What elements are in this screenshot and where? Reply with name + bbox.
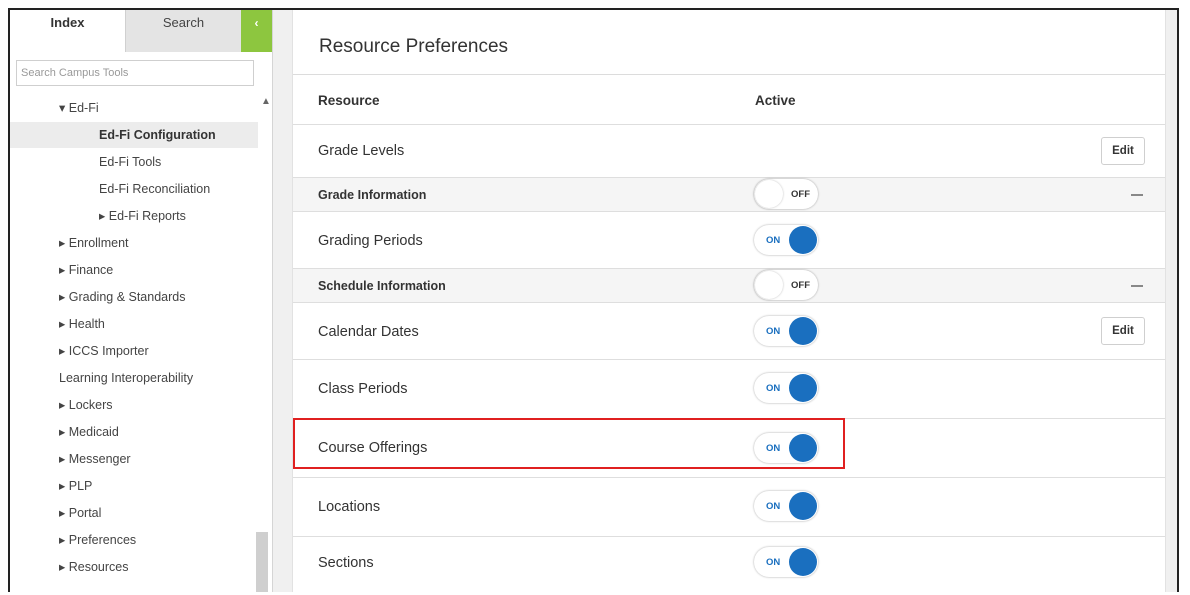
row-label: Class Periods (318, 381, 408, 397)
tree-item-plp[interactable]: ▸ PLP (10, 473, 258, 499)
tab-search[interactable]: Search (126, 10, 241, 52)
tree-item-ed-fi-reports[interactable]: ▸ Ed-Fi Reports (10, 203, 258, 229)
app-window: Index Search ‹ ▾ Ed-Fi Ed-Fi Configurati… (8, 8, 1179, 592)
tree-item-enrollment[interactable]: ▸ Enrollment (10, 230, 258, 256)
tree-item-learning-interoperability[interactable]: Learning Interoperability (10, 365, 258, 391)
tool-tree: ▾ Ed-Fi Ed-Fi Configuration Ed-Fi Tools … (10, 95, 258, 592)
toggle-knob (789, 492, 817, 520)
row-label: Grade Levels (318, 143, 405, 159)
section-schedule-information: Schedule Information OFF (293, 269, 1165, 303)
active-column-header: Active (755, 93, 796, 108)
page-title: Resource Preferences (319, 36, 509, 57)
tree-item-preferences[interactable]: ▸ Preferences (10, 527, 258, 553)
collapse-sidebar-icon[interactable]: ‹ (241, 10, 272, 52)
row-class-periods: Class Periods ON (293, 360, 1165, 419)
sidebar-scrollbar-thumb[interactable] (256, 532, 268, 592)
tree-item-ed-fi-configuration[interactable]: Ed-Fi Configuration (10, 122, 258, 148)
toggle-knob (789, 374, 817, 402)
toggle-state: ON (766, 235, 781, 246)
toggle-state: OFF (791, 189, 810, 200)
toggle-knob (789, 317, 817, 345)
tree-item-ed-fi[interactable]: ▾ Ed-Fi (10, 95, 258, 121)
scroll-up-icon[interactable]: ▲ (261, 96, 271, 107)
sidebar: Index Search ‹ ▾ Ed-Fi Ed-Fi Configurati… (10, 10, 273, 592)
row-grade-levels: Grade Levels Edit (293, 125, 1165, 178)
toggle-knob (789, 548, 817, 576)
sections-toggle[interactable]: ON (754, 547, 818, 577)
sidebar-tabs: Index Search ‹ (10, 10, 272, 52)
tree-item-health[interactable]: ▸ Health (10, 311, 258, 337)
row-sections: Sections ON (293, 537, 1165, 592)
locations-toggle[interactable]: ON (754, 491, 818, 521)
tree-item-messenger[interactable]: ▸ Messenger (10, 446, 258, 472)
toggle-knob (789, 226, 817, 254)
grading-periods-toggle[interactable]: ON (754, 225, 818, 255)
toggle-state: OFF (791, 280, 810, 291)
toggle-state: ON (766, 557, 781, 568)
row-label: Calendar Dates (318, 324, 419, 340)
section-label: Grade Information (318, 188, 427, 202)
calendar-dates-edit-button[interactable]: Edit (1101, 317, 1145, 345)
collapse-minus-icon[interactable] (1131, 194, 1143, 196)
tree-item-portal[interactable]: ▸ Portal (10, 500, 258, 526)
row-label: Locations (318, 499, 381, 515)
resource-preferences-panel: Resource Preferences Resource Active Gra… (292, 10, 1166, 592)
table-header: Resource Active (293, 75, 1165, 125)
toggle-state: ON (766, 383, 781, 394)
tree-item-grading-standards[interactable]: ▸ Grading & Standards (10, 284, 258, 310)
schedule-information-toggle[interactable]: OFF (754, 270, 818, 300)
toggle-state: ON (766, 501, 781, 512)
section-label: Schedule Information (318, 279, 446, 293)
main-area: Resource Preferences Resource Active Gra… (273, 10, 1177, 592)
row-label: Sections (318, 555, 374, 571)
collapse-minus-icon[interactable] (1131, 285, 1143, 287)
grade-levels-edit-button[interactable]: Edit (1101, 137, 1145, 165)
tree-item-finance[interactable]: ▸ Finance (10, 257, 258, 283)
toggle-state: ON (766, 326, 781, 337)
row-label: Grading Periods (318, 233, 423, 249)
tab-index[interactable]: Index (10, 10, 126, 52)
grade-information-toggle[interactable]: OFF (754, 179, 818, 209)
calendar-dates-toggle[interactable]: ON (754, 316, 818, 346)
tree-item-ed-fi-reconciliation[interactable]: Ed-Fi Reconciliation (10, 176, 258, 202)
tree-item-iccs-importer[interactable]: ▸ ICCS Importer (10, 338, 258, 364)
class-periods-toggle[interactable]: ON (754, 373, 818, 403)
tree-item-ed-fi-tools[interactable]: Ed-Fi Tools (10, 149, 258, 175)
row-locations: Locations ON (293, 478, 1165, 537)
resource-column-header: Resource (318, 93, 380, 108)
search-campus-tools-input[interactable] (16, 60, 254, 86)
toggle-knob (755, 180, 783, 208)
row-grading-periods: Grading Periods ON (293, 212, 1165, 269)
row-calendar-dates: Calendar Dates ON Edit (293, 303, 1165, 360)
toggle-knob (755, 271, 783, 299)
highlight-box (293, 418, 845, 469)
tree-item-resources[interactable]: ▸ Resources (10, 554, 258, 580)
tree-item-lockers[interactable]: ▸ Lockers (10, 392, 258, 418)
section-grade-information: Grade Information OFF (293, 178, 1165, 212)
tree-item-medicaid[interactable]: ▸ Medicaid (10, 419, 258, 445)
